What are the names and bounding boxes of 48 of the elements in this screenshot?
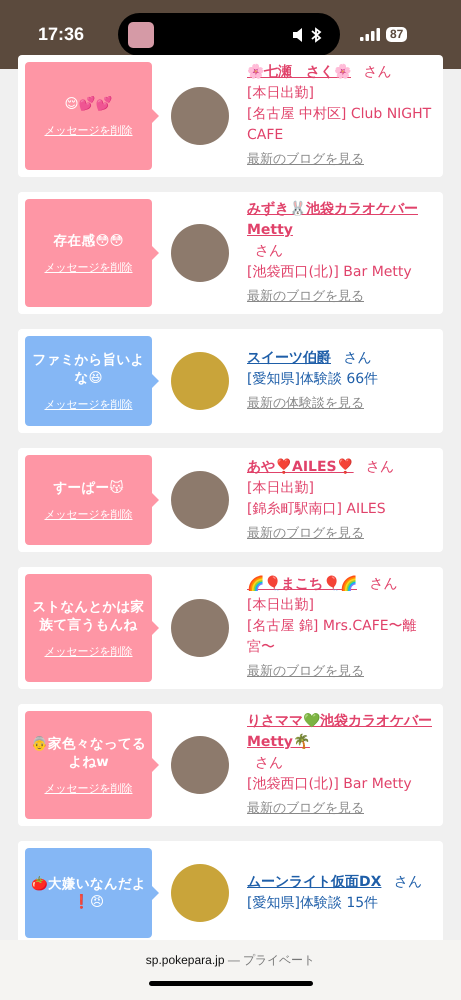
delete-message-link[interactable]: メッセージを削除 [44,396,132,412]
latest-post-link[interactable]: 最新の体験談を見る [247,393,435,414]
work-status-text: [本日出勤] [247,597,314,613]
signal-icon [360,28,380,41]
work-status-text: [本日出勤] [247,480,314,496]
battery-indicator: 87 [386,27,408,42]
message-text: ファミから旨いよな😆 [32,350,146,386]
message-text: 😌💕💕 [64,94,113,112]
location-text: [池袋西口(北)] Bar Metty [247,263,413,282]
honorific-text: さん [255,755,283,771]
message-text: ストなんとかは家族て言うもんね [32,598,146,634]
latest-post-link[interactable]: 最新のブログを見る [247,149,435,170]
profile-name-link[interactable]: りさママ💚池袋カラオケバーMetty🌴 [247,711,435,753]
message-text: 👵家色々なってるよねw [30,734,147,770]
location-text: [池袋西口(北)] Bar Metty [247,775,413,794]
clock: 17:36 [38,24,86,45]
work-status-text: [本日出勤] [247,85,314,101]
profile-name-link[interactable]: あや❣AILES❣ [247,456,354,478]
latest-post-link[interactable]: 最新のブログを見る [247,798,435,819]
honorific-text: さん [343,350,372,366]
latest-post-link[interactable]: 最新のブログを見る [247,522,435,544]
location-text: [愛知県]体験談 15件 [247,894,380,913]
address-text: sp.pokepara.jp — プライベート [146,952,316,969]
delete-message-link[interactable]: メッセージを削除 [44,506,132,522]
album-art-thumbnail [128,22,154,48]
honorific-text: さん [255,243,283,259]
location-text: [名古屋 錦] Mrs.CAFE〜離宮〜 [247,617,418,657]
message-text: 存在感😳😳 [53,232,124,250]
latest-post-link[interactable]: 最新のブログを見る [247,286,435,307]
honorific-text: さん [363,64,392,80]
delete-message-link[interactable]: メッセージを削除 [44,780,132,796]
delete-message-link[interactable]: メッセージを削除 [44,122,132,138]
profile-name-link[interactable]: スイーツ伯爵 [247,348,331,369]
message-text: 🍅大嫌いなんだよ❗😠 [30,875,147,911]
latest-post-link[interactable]: 最新のブログを見る [247,661,435,682]
delete-message-link[interactable]: メッセージを削除 [44,260,132,274]
profile-name-link[interactable]: ムーンライト仮面DX [247,872,382,893]
honorific-text: さん [366,458,394,474]
profile-name-link[interactable]: みずき🐰池袋カラオケバーMetty [247,199,435,241]
profile-name-link[interactable]: 🌈🎈まこち🎈🌈 [247,574,357,595]
delete-message-link[interactable]: メッセージを削除 [44,644,132,658]
message-text: すーぱー😽 [53,478,124,496]
location-text: [錦糸町駅南口] AILES [247,500,387,518]
location-text: [愛知県]体験談 66件 [247,370,380,389]
profile-name-link[interactable]: 🌸七瀬 さく🌸 [247,62,351,83]
honorific-text: さん [394,874,422,890]
honorific-text: さん [369,576,398,592]
location-text: [名古屋 中村区] Club NIGHT CAFE [247,105,432,145]
